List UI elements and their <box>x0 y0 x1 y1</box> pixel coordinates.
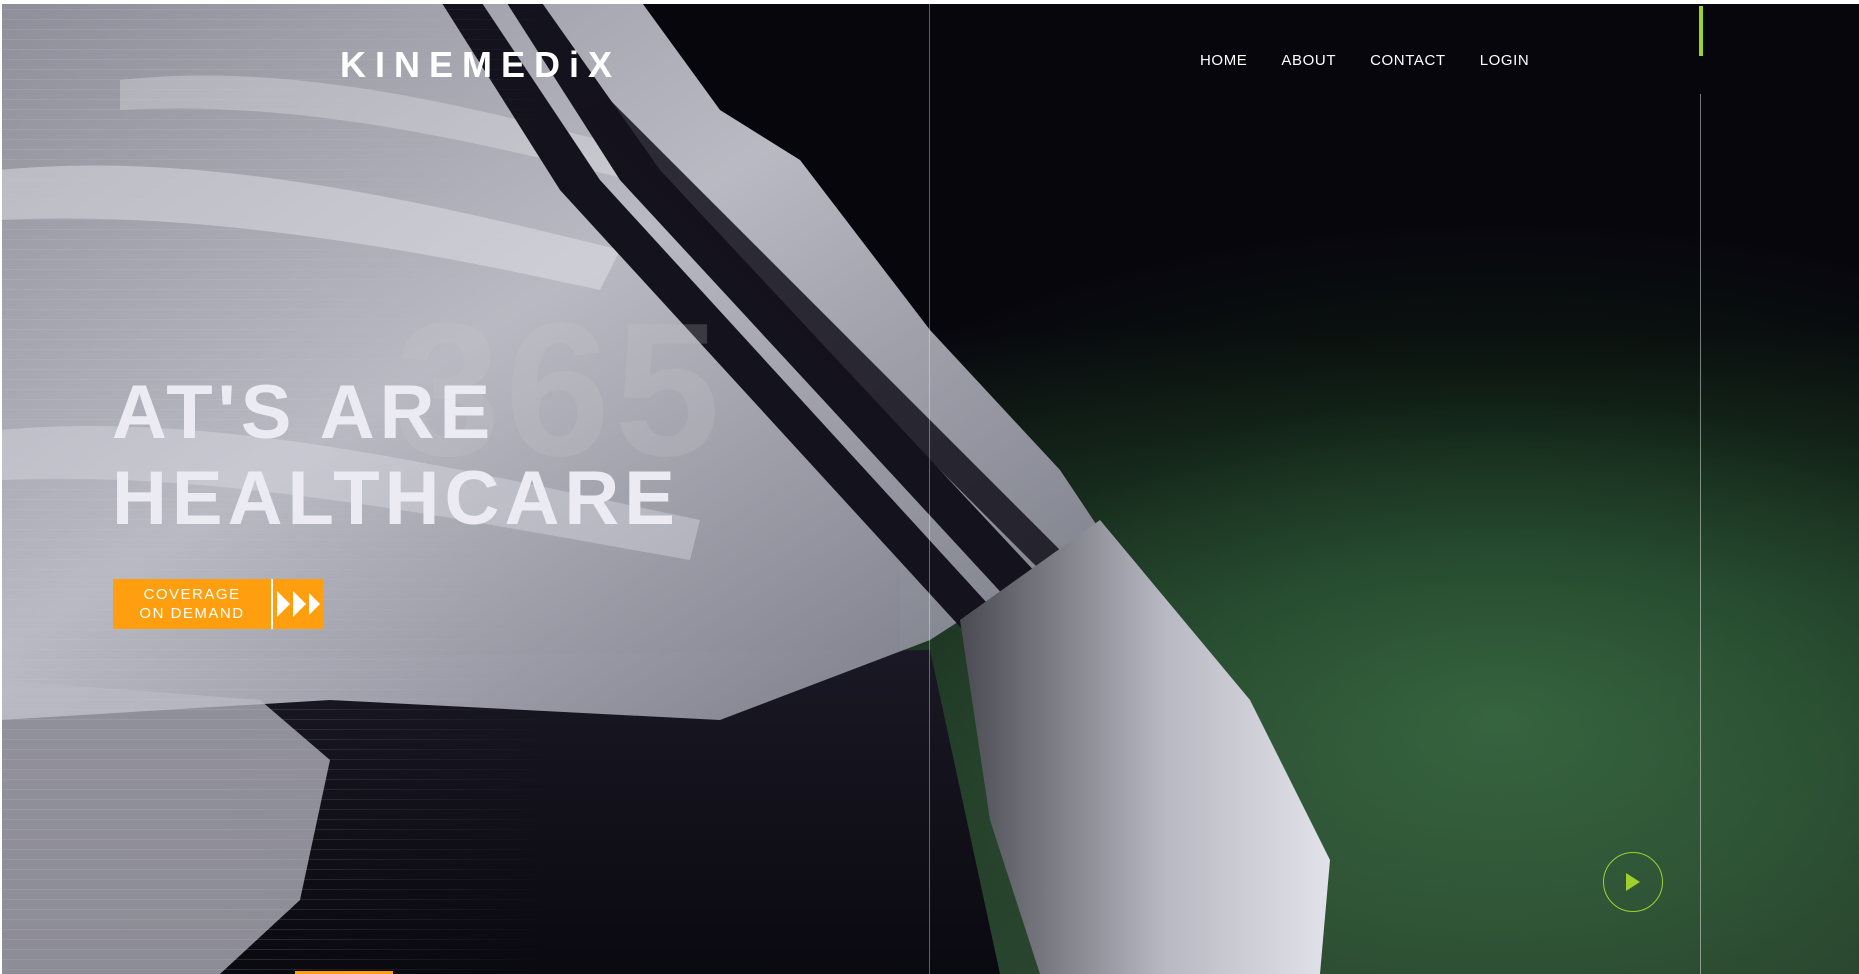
play-video-button[interactable] <box>1603 852 1663 912</box>
hero-title-line-1: AT'S ARE <box>112 370 496 455</box>
page: KINEMEDiX HOME ABOUT CONTACT LOGIN 365 A… <box>0 0 1859 974</box>
fast-forward-icon <box>273 589 323 619</box>
hero-title-line-2: HEALTHCARE <box>112 456 680 541</box>
play-icon <box>1626 873 1640 891</box>
nav-item-login[interactable]: LOGIN <box>1480 52 1530 69</box>
nav-item-home[interactable]: HOME <box>1200 52 1247 69</box>
nav-item-contact[interactable]: CONTACT <box>1370 52 1446 69</box>
right-rail-accent <box>1699 6 1703 56</box>
hero-title: AT'S ARE HEALTHCARE <box>112 370 680 542</box>
brand-logo[interactable]: KINEMEDiX <box>340 44 621 86</box>
left-border <box>0 0 2 974</box>
coverage-on-demand-button[interactable]: COVERAGE ON DEMAND <box>113 579 323 629</box>
center-divider-line <box>929 4 930 974</box>
nav-item-about[interactable]: ABOUT <box>1281 52 1336 69</box>
cta-label-line-2: ON DEMAND <box>139 605 245 622</box>
main-nav: HOME ABOUT CONTACT LOGIN <box>1200 52 1529 69</box>
cta-label-line-1: COVERAGE <box>143 586 241 603</box>
right-rail-line <box>1700 94 1701 974</box>
cta-label: COVERAGE ON DEMAND <box>113 585 271 623</box>
